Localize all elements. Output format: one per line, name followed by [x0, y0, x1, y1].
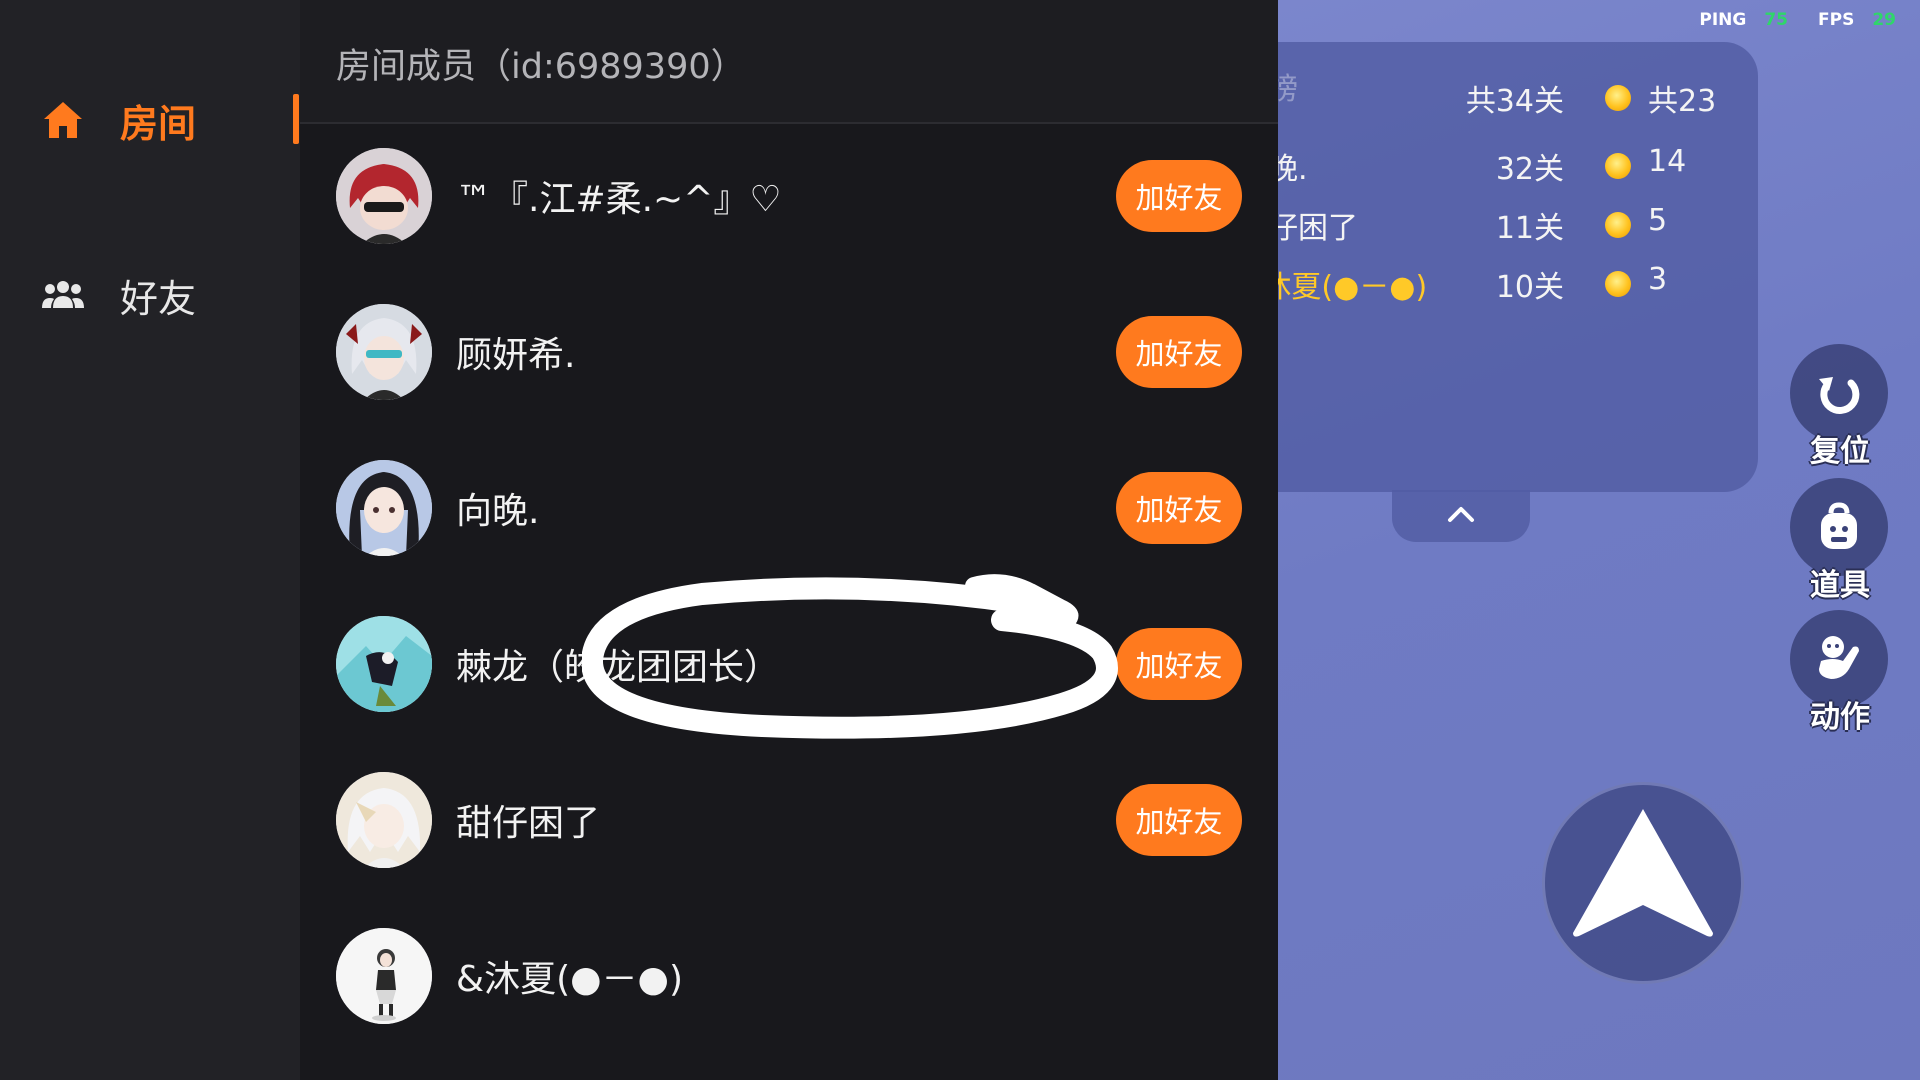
add-friend-button[interactable]: 加好友: [1116, 784, 1242, 856]
level-count: 共34关: [1465, 84, 1564, 119]
member-row: ™『.江#柔.~^』♡ 加好友: [300, 114, 1278, 270]
level-count: 32关: [1495, 152, 1564, 187]
member-row: 甜仔困了 加好友: [300, 738, 1278, 894]
sidebar-item-label: 好友: [120, 276, 197, 321]
leaderboard: 排行榜 共34关 共23 向晚. 32关 14 甜仔困了 11关 5 &沐夏(●…: [1278, 42, 1758, 492]
member-name: 向晚.: [456, 491, 540, 532]
room-members-panel: 房间成员（id:6989390） ™『.江#柔.~^』♡ 加好友 顾妍希. 加好…: [300, 0, 1278, 1080]
coin-icon: [1605, 85, 1631, 111]
fps-label: FPS: [1818, 10, 1855, 30]
avatar[interactable]: [336, 772, 432, 868]
avatar[interactable]: [336, 616, 432, 712]
emote-button[interactable]: 动作: [1788, 610, 1892, 740]
coin-count: 14: [1648, 144, 1687, 179]
avatar[interactable]: [336, 148, 432, 244]
arrow-up-icon: [1563, 801, 1723, 965]
ping-value: 75: [1764, 10, 1788, 30]
player-name: &沐夏(●－●): [1278, 270, 1428, 305]
active-tab-indicator: [293, 94, 299, 144]
member-row: 顾妍希. 加好友: [300, 270, 1278, 426]
coin-count: 共23: [1648, 84, 1717, 119]
sidebar-item-label: 房间: [120, 101, 197, 146]
reset-label: 复位: [1810, 434, 1870, 469]
emote-label: 动作: [1810, 700, 1870, 735]
level-count: 10关: [1495, 270, 1564, 305]
leaderboard-row-self: &沐夏(●－●) 10关 3: [1278, 254, 1758, 305]
leaderboard-row: 向晚. 32关 14: [1278, 136, 1758, 187]
player-name: 甜仔困了: [1278, 211, 1358, 246]
coin-count: 5: [1648, 203, 1668, 238]
fps-value: 29: [1872, 10, 1896, 30]
avatar[interactable]: [336, 460, 432, 556]
member-name: &沐夏(●－●): [456, 959, 683, 1000]
avatar[interactable]: [336, 304, 432, 400]
member-name: ™『.江#柔.~^』♡: [456, 179, 782, 220]
add-friend-button[interactable]: 加好友: [1116, 472, 1242, 544]
coin-icon: [1605, 271, 1631, 297]
leaderboard-row: 甜仔困了 11关 5: [1278, 195, 1758, 246]
member-name: 棘龙（皎龙团团长）: [456, 647, 781, 688]
avatar[interactable]: [336, 928, 432, 1024]
leaderboard-collapse-button[interactable]: [1392, 490, 1530, 542]
chevron-up-icon: [1447, 505, 1475, 527]
member-row: 向晚. 加好友: [300, 426, 1278, 582]
coin-icon: [1605, 153, 1631, 179]
player-name: 向晚.: [1278, 152, 1308, 187]
items-button[interactable]: 道具: [1788, 478, 1892, 608]
items-label: 道具: [1810, 568, 1870, 603]
reset-button[interactable]: 复位: [1788, 344, 1892, 474]
game-view: PING 75 FPS 29 排行榜 共34关 共23 向晚. 32关 14 甜仔困了…: [1278, 0, 1920, 1080]
sidebar-item-room[interactable]: 房间: [40, 85, 196, 155]
ping-label: PING: [1699, 10, 1747, 30]
member-row: 棘龙（皎龙团团长） 加好友: [300, 582, 1278, 738]
leaderboard-row: 共34关 共23: [1278, 68, 1758, 119]
add-friend-button[interactable]: 加好友: [1116, 160, 1242, 232]
level-count: 11关: [1495, 211, 1564, 246]
member-name: 顾妍希.: [456, 335, 576, 376]
member-row: &沐夏(●－●): [300, 894, 1278, 1050]
sidebar-nav: 房间 好友: [0, 0, 300, 1080]
sidebar-item-friends[interactable]: 好友: [40, 260, 196, 330]
movement-joystick[interactable]: [1542, 782, 1744, 984]
panel-title: 房间成员（id:6989390）: [336, 47, 746, 87]
coin-count: 3: [1648, 262, 1668, 297]
add-friend-button[interactable]: 加好友: [1116, 628, 1242, 700]
panel-header: 房间成员（id:6989390）: [300, 0, 1278, 124]
network-stats: PING 75 FPS 29: [1699, 10, 1896, 30]
add-friend-button[interactable]: 加好友: [1116, 316, 1242, 388]
home-icon: [40, 97, 86, 143]
member-name: 甜仔困了: [456, 803, 601, 844]
game-screen: 房间 好友 房间成员（id:6989390） ™『.江#柔.~^』♡ 加好友 顾…: [0, 0, 1920, 1080]
coin-icon: [1605, 212, 1631, 238]
people-icon: [40, 272, 86, 318]
